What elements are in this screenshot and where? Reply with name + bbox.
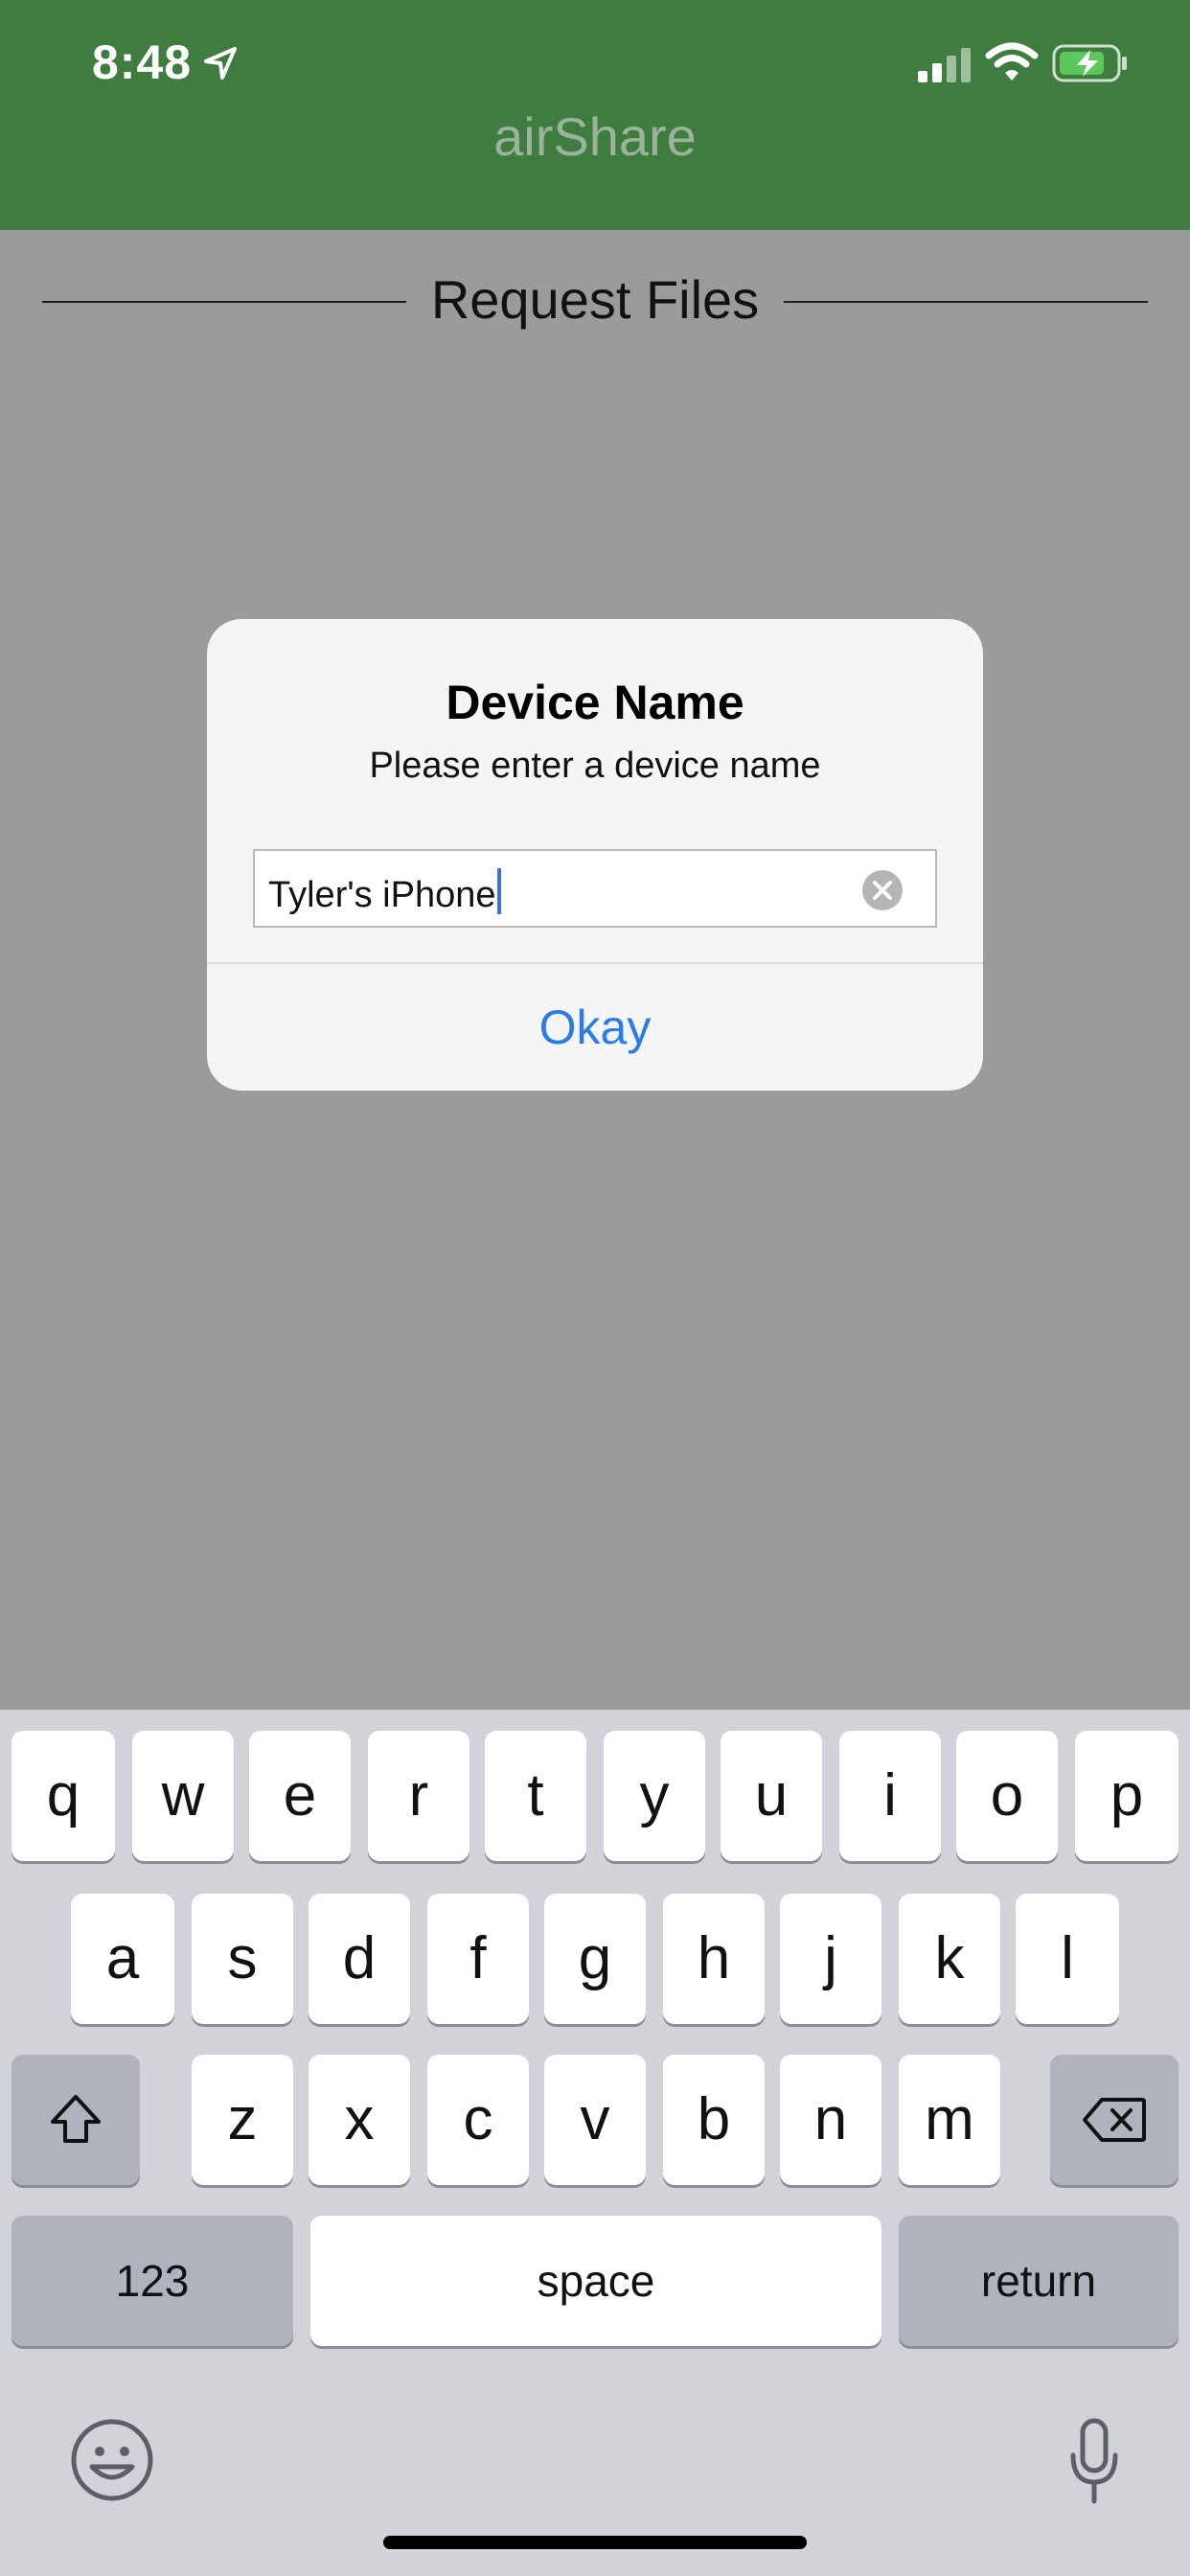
key-u[interactable]: u <box>721 1731 822 1861</box>
space-key[interactable]: space <box>310 2216 881 2346</box>
key-x[interactable]: x <box>309 2055 410 2185</box>
dialog-title: Device Name <box>446 676 744 729</box>
emoji-icon[interactable] <box>69 2417 155 2503</box>
key-z[interactable]: z <box>192 2055 293 2185</box>
key-b[interactable]: b <box>663 2055 765 2185</box>
key-j[interactable]: j <box>780 1894 881 2024</box>
location-arrow-icon <box>204 47 237 80</box>
cellular-signal-icon <box>918 48 971 82</box>
key-y[interactable]: y <box>604 1731 705 1861</box>
microphone-icon[interactable] <box>1067 2417 1121 2507</box>
backspace-icon <box>1083 2098 1146 2142</box>
key-d[interactable]: d <box>309 1894 410 2024</box>
clear-text-icon[interactable] <box>860 868 904 912</box>
key-q[interactable]: q <box>11 1731 115 1861</box>
key-v[interactable]: v <box>544 2055 646 2185</box>
section-header: Request Files <box>42 268 1148 335</box>
device-name-dialog: Device Name Please enter a device name T… <box>207 619 983 1091</box>
key-l[interactable]: l <box>1016 1894 1119 2024</box>
key-p[interactable]: p <box>1075 1731 1179 1861</box>
key-c[interactable]: c <box>427 2055 529 2185</box>
key-e[interactable]: e <box>249 1731 351 1861</box>
divider-right <box>784 301 1148 303</box>
key-w[interactable]: w <box>132 1731 234 1861</box>
key-t[interactable]: t <box>485 1731 586 1861</box>
divider-left <box>42 301 406 303</box>
numbers-key[interactable]: 123 <box>11 2216 293 2346</box>
okay-button[interactable]: Okay <box>207 964 983 1091</box>
key-i[interactable]: i <box>839 1731 941 1861</box>
dialog-message: Please enter a device name <box>369 746 821 786</box>
home-indicator[interactable] <box>383 2536 807 2549</box>
key-k[interactable]: k <box>899 1894 1000 2024</box>
key-h[interactable]: h <box>663 1894 765 2024</box>
key-m[interactable]: m <box>899 2055 1000 2185</box>
section-title: Request Files <box>430 269 760 330</box>
return-key[interactable]: return <box>899 2216 1179 2346</box>
key-a[interactable]: a <box>71 1894 174 2024</box>
key-s[interactable]: s <box>192 1894 293 2024</box>
backspace-key[interactable] <box>1050 2055 1179 2185</box>
device-name-input[interactable]: Tyler's iPhone <box>253 849 937 928</box>
text-cursor <box>497 868 502 914</box>
app-header: 8:48 airShare <box>0 0 1190 230</box>
key-f[interactable]: f <box>427 1894 529 2024</box>
shift-icon <box>51 2095 101 2143</box>
key-r[interactable]: r <box>368 1731 469 1861</box>
battery-charging-icon <box>1052 44 1127 82</box>
app-title: airShare <box>493 106 697 167</box>
key-g[interactable]: g <box>544 1894 646 2024</box>
wifi-icon <box>985 42 1039 80</box>
device-name-value: Tyler's iPhone <box>268 875 496 915</box>
key-o[interactable]: o <box>956 1731 1058 1861</box>
status-time: 8:48 <box>92 35 193 89</box>
shift-key[interactable] <box>11 2055 140 2185</box>
key-n[interactable]: n <box>780 2055 881 2185</box>
